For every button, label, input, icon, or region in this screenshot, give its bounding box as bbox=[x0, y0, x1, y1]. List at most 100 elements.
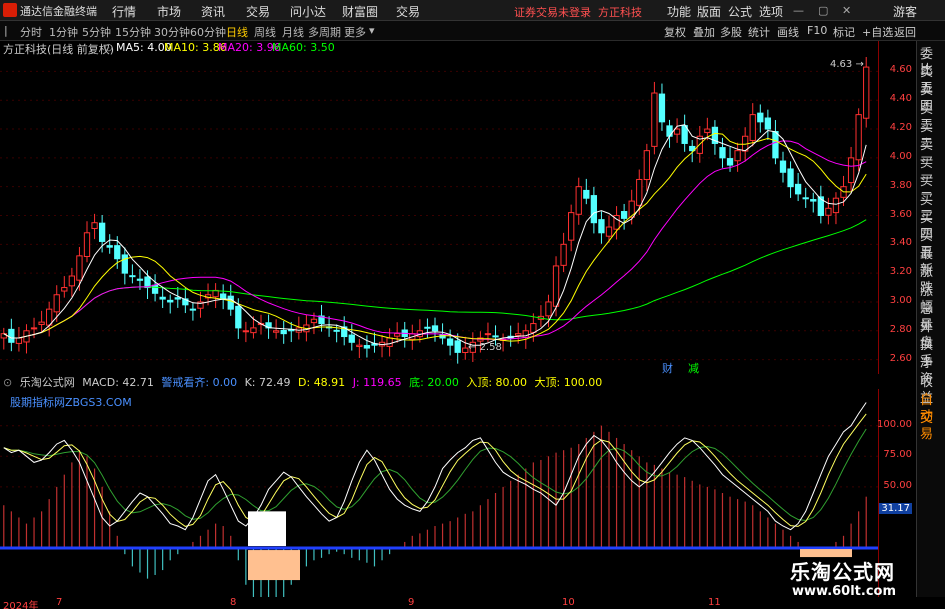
candle-body bbox=[348, 334, 355, 343]
indicator-chart[interactable] bbox=[0, 389, 878, 597]
login-status[interactable]: 证券交易未登录 方正科技 bbox=[514, 4, 642, 20]
period-5min[interactable]: 5分钟 bbox=[82, 24, 111, 40]
candle-body bbox=[749, 114, 756, 141]
candle-body bbox=[91, 222, 98, 229]
btn-biaoji[interactable]: 标记 bbox=[833, 24, 855, 40]
di-value: 底: 20.00 bbox=[409, 376, 459, 389]
candle-body bbox=[552, 265, 560, 307]
candle-body bbox=[83, 232, 91, 257]
menu-xuanxiang[interactable]: 选项 bbox=[759, 3, 783, 20]
bottom-signal-block bbox=[248, 511, 286, 547]
menu-jiaoyi[interactable]: 交易 bbox=[246, 3, 270, 20]
menu-gongneng[interactable]: 功能 bbox=[667, 3, 691, 20]
menu-zixun[interactable]: 资讯 bbox=[201, 3, 225, 20]
btn-back[interactable]: 返回 bbox=[894, 24, 916, 40]
btn-f10[interactable]: F10 bbox=[807, 24, 827, 37]
indicator-tick-label: 100.00 bbox=[877, 418, 912, 430]
stock-title: 方正科技(日线 前复权) bbox=[3, 43, 115, 56]
menu-caifuquan[interactable]: 财富圈 bbox=[342, 3, 378, 20]
candle-body bbox=[8, 328, 15, 343]
period-fenshi[interactable]: 分时 bbox=[20, 24, 42, 40]
settings-icon[interactable]: ⊙ bbox=[104, 41, 113, 54]
indicator-header: ⊙ 乐淘公式网 MACD: 42.71 警戒看齐: 0.00 K: 72.49 … bbox=[0, 374, 606, 389]
period-week[interactable]: 周线 bbox=[254, 24, 276, 40]
candle-body bbox=[227, 295, 234, 310]
candle-body bbox=[53, 294, 60, 313]
candle-body bbox=[620, 211, 628, 219]
candle-body bbox=[802, 197, 809, 200]
low-price-marker: ← 2.58 bbox=[468, 342, 502, 353]
toolbar-collapse-icon[interactable]: | bbox=[4, 24, 8, 37]
candle-body bbox=[38, 321, 45, 325]
period-30min[interactable]: 30分钟 bbox=[154, 24, 190, 40]
ma60-label: MA60: 3.50 bbox=[272, 41, 335, 54]
minimize-icon[interactable]: — bbox=[793, 4, 804, 17]
candle-body bbox=[151, 284, 159, 294]
reduce-tag[interactable]: 减 bbox=[688, 360, 699, 376]
period-1min[interactable]: 1分钟 bbox=[49, 24, 78, 40]
menu-hangqing[interactable]: 行情 bbox=[112, 3, 136, 20]
candlestick-chart[interactable] bbox=[0, 57, 878, 374]
guest-label[interactable]: 游客 bbox=[893, 3, 917, 20]
candle-body bbox=[530, 323, 537, 333]
indicator-tick-label: 31.17 bbox=[879, 502, 912, 514]
more-arrow-icon[interactable]: ▾ bbox=[369, 24, 375, 37]
candle-body bbox=[386, 337, 393, 347]
period-day[interactable]: 日线 bbox=[226, 24, 248, 40]
period-month[interactable]: 月线 bbox=[282, 24, 304, 40]
candle-body bbox=[235, 305, 242, 329]
btn-diejia[interactable]: 叠加 bbox=[693, 24, 715, 40]
price-tick-label: 4.40 bbox=[889, 93, 912, 105]
candle-body bbox=[492, 335, 499, 338]
period-15min[interactable]: 15分钟 bbox=[115, 24, 151, 40]
period-more[interactable]: 更多 bbox=[344, 24, 366, 40]
candle-body bbox=[568, 212, 575, 241]
candle-body bbox=[575, 186, 582, 215]
d-value: D: 48.91 bbox=[298, 376, 346, 389]
price-tick-label: 2.80 bbox=[889, 323, 912, 335]
candle-body bbox=[272, 330, 280, 333]
indicator-site-label: 股期指标网ZBGS3.COM bbox=[10, 396, 132, 409]
candle-body bbox=[61, 287, 68, 292]
app-logo-icon bbox=[3, 3, 17, 17]
btn-duogu[interactable]: 多股 bbox=[720, 24, 742, 40]
price-tick-label: 2.60 bbox=[889, 352, 912, 364]
ma10-line bbox=[3, 132, 867, 342]
candle-body bbox=[167, 299, 174, 303]
candle-body bbox=[794, 183, 802, 195]
btn-add-watchlist[interactable]: +自选 bbox=[862, 24, 893, 40]
candle-body bbox=[242, 330, 250, 333]
menu-wenxiaoda[interactable]: 问小达 bbox=[290, 3, 326, 20]
close-icon[interactable]: ✕ bbox=[842, 4, 851, 17]
side-item-20[interactable]: 交易 bbox=[920, 411, 945, 443]
ma20-line bbox=[3, 140, 867, 340]
price-tick-label: 3.40 bbox=[889, 237, 912, 249]
btn-tongji[interactable]: 统计 bbox=[748, 24, 770, 40]
candle-body bbox=[560, 243, 567, 266]
j-value: J: 119.65 bbox=[352, 376, 402, 389]
btn-fuquan[interactable]: 复权 bbox=[664, 24, 686, 40]
candle-body bbox=[757, 112, 764, 123]
btn-huaxian[interactable]: 画线 bbox=[777, 24, 799, 40]
price-tick-label: 3.20 bbox=[889, 266, 912, 278]
menu-shichang[interactable]: 市场 bbox=[157, 3, 181, 20]
period-toolbar: | 分时 1分钟 5分钟 15分钟 30分钟 60分钟 日线 周线 月线 多周期… bbox=[0, 21, 945, 41]
finance-tag[interactable]: 财 bbox=[662, 360, 673, 376]
period-60min[interactable]: 60分钟 bbox=[190, 24, 226, 40]
candle-body bbox=[779, 160, 787, 173]
price-tick-label: 4.20 bbox=[889, 122, 912, 134]
menu-gongshi[interactable]: 公式 bbox=[728, 3, 752, 20]
indicator-settings-icon[interactable]: ⊙ bbox=[3, 376, 12, 389]
candle-body bbox=[394, 333, 401, 337]
period-multi[interactable]: 多周期 bbox=[308, 24, 341, 40]
menu-jiaoyi-2[interactable]: 交易 bbox=[396, 3, 420, 20]
candle-body bbox=[333, 329, 340, 332]
date-tick-label: 9 bbox=[408, 597, 415, 608]
candle-body bbox=[832, 197, 840, 214]
menu-banmian[interactable]: 版面 bbox=[697, 3, 721, 20]
price-tick-label: 3.00 bbox=[889, 294, 912, 306]
price-tick-label: 4.60 bbox=[889, 64, 912, 76]
restore-icon[interactable]: ▢ bbox=[818, 4, 828, 17]
watermark: 乐淘公式网 www.60lt.com bbox=[780, 548, 920, 606]
candle-body bbox=[114, 245, 121, 260]
